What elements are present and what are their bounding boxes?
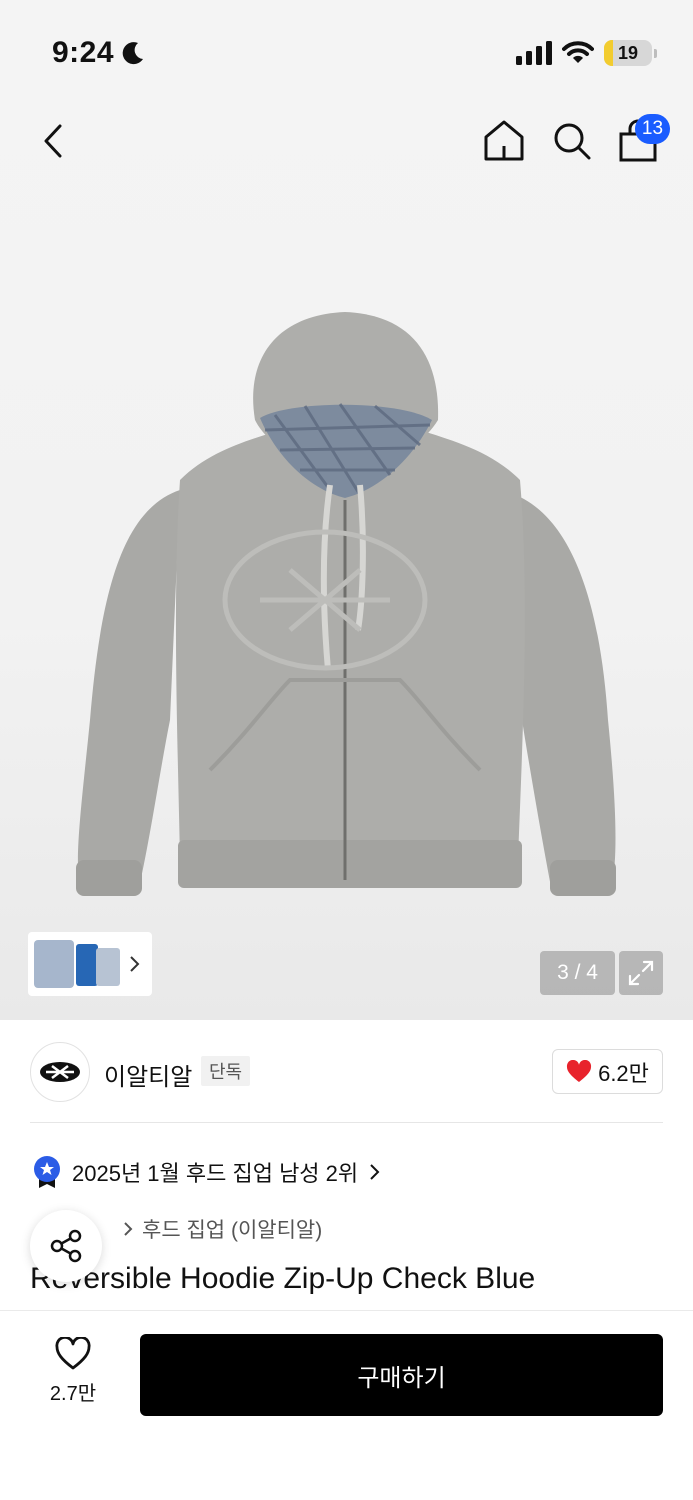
cart-count-badge: 13 xyxy=(635,114,670,144)
back-icon xyxy=(44,124,62,158)
search-button[interactable] xyxy=(550,118,594,164)
product-photo[interactable] xyxy=(60,300,640,910)
wishlist-button[interactable]: 2.7만 xyxy=(28,1337,118,1417)
back-button[interactable] xyxy=(36,118,70,164)
brand-like-button[interactable]: 6.2만 xyxy=(552,1049,663,1094)
status-time: 9:24 xyxy=(52,36,146,70)
exclusive-badge: 단독 xyxy=(201,1056,251,1086)
color-thumbnails xyxy=(34,940,120,988)
expand-button[interactable] xyxy=(619,951,663,995)
chevron-right-icon xyxy=(370,1164,380,1180)
divider xyxy=(30,1122,663,1123)
product-title: Reversible Hoodie Zip-Up Check Blue xyxy=(30,1262,536,1295)
brand-row: 이알티알 단독 6.2만 xyxy=(30,1042,663,1102)
home-icon xyxy=(484,120,524,161)
share-button[interactable] xyxy=(30,1210,102,1282)
rank-medal-icon xyxy=(34,1156,60,1188)
brand-logo-icon xyxy=(40,1062,80,1082)
status-bar: 9:24 19 xyxy=(0,0,693,110)
bottom-action-bar: 2.7만 구매하기 xyxy=(0,1310,693,1500)
top-nav xyxy=(0,110,693,170)
chevron-right-icon xyxy=(124,1222,133,1236)
search-icon xyxy=(554,123,591,160)
home-button[interactable] xyxy=(482,118,526,164)
battery-icon: 19 xyxy=(604,40,657,66)
status-icons: 19 xyxy=(516,40,657,66)
ranking-link[interactable]: 2025년 1월 후드 집업 남성 2위 xyxy=(32,1154,382,1190)
buy-button[interactable]: 구매하기 xyxy=(140,1334,663,1416)
heart-outline-icon xyxy=(55,1337,91,1370)
moon-icon xyxy=(122,42,144,65)
thumbnail-strip[interactable] xyxy=(28,932,152,996)
ranking-text: 2025년 1월 후드 집업 남성 2위 xyxy=(72,1161,359,1186)
brand-logo[interactable] xyxy=(30,1042,90,1102)
chevron-right-icon xyxy=(130,956,140,972)
signal-icon xyxy=(516,41,552,65)
brand-like-count: 6.2만 xyxy=(598,1060,649,1086)
battery-level: 19 xyxy=(617,42,639,63)
share-icon xyxy=(50,1229,82,1263)
image-counter: 3 / 4 xyxy=(540,951,615,995)
wishlist-count: 2.7만 xyxy=(49,1383,97,1405)
wifi-icon xyxy=(562,41,594,63)
heart-icon xyxy=(567,1059,592,1082)
breadcrumb-category[interactable]: 후드 집업 (이알티알) xyxy=(142,1214,322,1244)
brand-name[interactable]: 이알티알 xyxy=(104,1057,192,1092)
expand-icon xyxy=(628,960,654,986)
